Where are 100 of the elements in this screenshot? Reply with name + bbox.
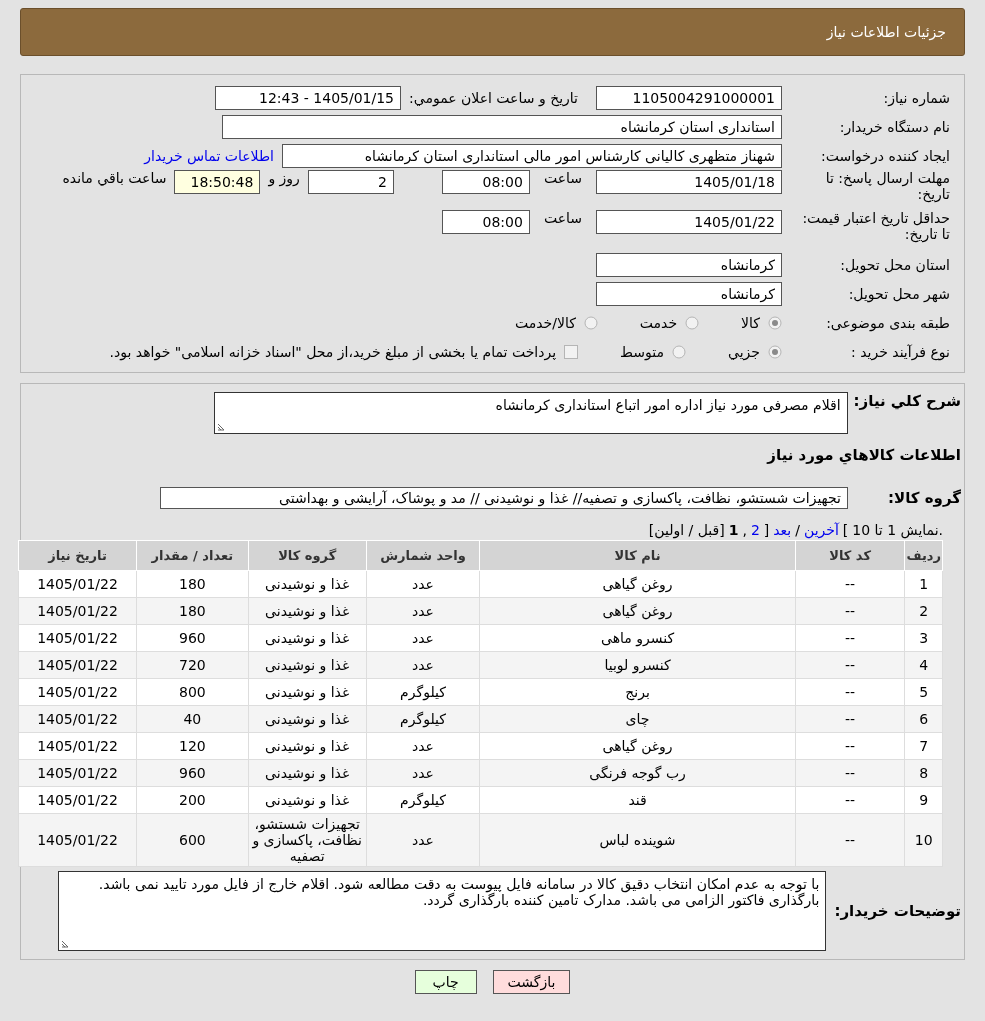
- table-cell: 600: [136, 813, 249, 867]
- goods-group-field: تجهیزات شستشو، نظافت، پاکسازی و تصفیه// غذا و نوشیدنی // مد و پوشاک، آرایشی و بهداشتی: [160, 486, 848, 509]
- table-cell: چای: [479, 705, 796, 733]
- table-cell: عدد: [366, 759, 480, 787]
- field-label: ساعت: [543, 210, 582, 226]
- validity-time-field: 08:00: [441, 210, 530, 234]
- pagination-link[interactable]: 2: [750, 522, 760, 538]
- table-cell: 1: [904, 570, 943, 598]
- radio-label: خدمت: [639, 314, 678, 331]
- table-cell: 4: [904, 651, 943, 679]
- pagination-link[interactable]: آخرین: [804, 522, 839, 538]
- table-cell: عدد: [366, 624, 480, 652]
- table-cell: --: [795, 570, 905, 598]
- field-label: تاریخ و ساعت اعلان عمومي:: [409, 89, 578, 106]
- table-cell: 2: [904, 597, 943, 625]
- checkbox[interactable]: [564, 344, 579, 359]
- radio-button[interactable]: [768, 315, 782, 330]
- table-cell: روغن گیاهی: [479, 732, 796, 760]
- table-cell: --: [795, 651, 905, 679]
- table-cell: برنج: [479, 678, 796, 706]
- resize-grip-icon[interactable]: [61, 940, 70, 948]
- table-cell: 1405/01/22: [18, 732, 137, 760]
- table-cell: غذا و نوشیدنی: [248, 570, 367, 598]
- table-cell: 6: [904, 705, 943, 733]
- pagination-text: [: [842, 522, 849, 538]
- table-cell: --: [795, 786, 905, 814]
- column-header: گروه کالا: [248, 540, 367, 571]
- table-cell: غذا و نوشیدنی: [248, 759, 367, 787]
- table-cell: غذا و نوشیدنی: [248, 624, 367, 652]
- deadline-date-field: 1405/01/18: [596, 170, 782, 194]
- requester-field: شهناز متظهری کالیانی کارشناس امور مالی استانداری استان کرمانشاه: [282, 143, 782, 168]
- field-label: شماره نیاز:: [882, 89, 950, 106]
- table-cell: 120: [136, 732, 249, 760]
- column-header: ردیف: [904, 540, 943, 571]
- table-cell: 200: [136, 786, 249, 814]
- field-label: حداقل تاریخ اعتبار قیمت: تا تاریخ:: [801, 210, 950, 242]
- table-cell: 1405/01/22: [18, 651, 137, 679]
- notes-text: با توجه به عدم امکان انتخاب دقیق کالا در سامانه فایل پیوست به دقت مطالعه شود. اقلام خارج از فایل مورد تایید نمی باشد. بارگذاری فاکتور الزامی می باشد. مدارک تامین کننده بارگذاری گردد.: [98, 876, 820, 908]
- table-cell: 1405/01/22: [18, 678, 137, 706]
- table-cell: 7: [904, 732, 943, 760]
- table-cell: کیلوگرم: [366, 678, 480, 706]
- table-cell: --: [795, 624, 905, 652]
- pagination-link[interactable]: بعد: [773, 522, 792, 538]
- table-cell: غذا و نوشیدنی: [248, 597, 367, 625]
- table-cell: 1405/01/22: [18, 570, 137, 598]
- table-cell: 800: [136, 678, 249, 706]
- radio-button[interactable]: [583, 315, 598, 330]
- table-cell: --: [795, 759, 905, 787]
- table-cell: 9: [904, 786, 943, 814]
- table-cell: عدد: [366, 732, 480, 760]
- table-cell: 3: [904, 624, 943, 652]
- table-cell: تجهیزات شستشو، نظافت، پاکسازی و تصفیه: [248, 813, 367, 867]
- radio-button[interactable]: [685, 315, 700, 330]
- pagination-text: ]: [763, 522, 770, 538]
- table-cell: کیلوگرم: [366, 705, 480, 733]
- field-label: استان محل تحویل:: [839, 256, 950, 273]
- table-cell: قند: [479, 786, 796, 814]
- column-header: کد کالا: [795, 540, 905, 571]
- buyer-notes-field[interactable]: با توجه به عدم امکان انتخاب دقیق کالا در سامانه فایل پیوست به دقت مطالعه شود. اقلام خارج از فایل مورد تایید نمی باشد. بارگذاری فاکتور الزامی می باشد. مدارک تامین کننده بارگذاری گردد.: [58, 871, 827, 951]
- radio-button[interactable]: [672, 344, 687, 359]
- column-header: واحد شمارش: [366, 540, 480, 571]
- table-cell: 40: [136, 705, 249, 733]
- table-cell: کنسرو ماهی: [479, 624, 796, 652]
- field-label: گروه کالا:: [888, 488, 961, 507]
- table-cell: عدد: [366, 813, 480, 867]
- print-button[interactable]: چاپ: [414, 970, 477, 994]
- table-cell: رب گوجه فرنگی: [479, 759, 796, 787]
- field-label: ایجاد کننده درخواست:: [820, 147, 950, 164]
- table-cell: عدد: [366, 651, 480, 679]
- column-header: تاریخ نیاز: [18, 540, 137, 571]
- back-button[interactable]: بازگشت: [492, 970, 571, 994]
- province-field: کرمانشاه: [596, 252, 782, 277]
- description-field[interactable]: اقلام مصرفی مورد نیاز اداره امور اتباع استانداری کرمانشاه: [213, 392, 848, 434]
- table-cell: کیلوگرم: [366, 786, 480, 814]
- table-cell: --: [795, 705, 905, 733]
- resize-grip-icon[interactable]: [216, 423, 225, 431]
- table-cell: 5: [904, 678, 943, 706]
- table-cell: --: [795, 813, 905, 867]
- table-cell: شوینده لباس: [479, 813, 796, 867]
- table-cell: 1405/01/22: [18, 705, 137, 733]
- table-cell: روغن گیاهی: [479, 597, 796, 625]
- field-label: نام دستگاه خریدار:: [838, 118, 950, 135]
- table-cell: 180: [136, 597, 249, 625]
- table-cell: غذا و نوشیدنی: [248, 651, 367, 679]
- table-cell: 1405/01/22: [18, 786, 137, 814]
- buyer-org-field: استانداری استان کرمانشاه: [222, 114, 782, 139]
- radio-button[interactable]: [768, 344, 782, 359]
- table-cell: 1405/01/22: [18, 624, 137, 652]
- column-header: تعداد / مقدار: [136, 540, 249, 571]
- radio-label: متوسط: [620, 343, 665, 360]
- table-cell: 8: [904, 759, 943, 787]
- contact-link[interactable]: اطلاعات تماس خریدار: [144, 147, 274, 164]
- table-cell: 960: [136, 759, 249, 787]
- pagination-text: نمایش 1 تا 10.: [852, 522, 943, 538]
- field-label: مهلت ارسال پاسخ: تا تاریخ:: [824, 170, 950, 202]
- table-cell: 960: [136, 624, 249, 652]
- field-label: ساعت باقي مانده: [62, 170, 167, 186]
- field-label: توضیحات خریدار:: [834, 902, 961, 920]
- table-cell: غذا و نوشیدنی: [248, 732, 367, 760]
- page-title: جزئیات اطلاعات نیاز: [826, 24, 946, 40]
